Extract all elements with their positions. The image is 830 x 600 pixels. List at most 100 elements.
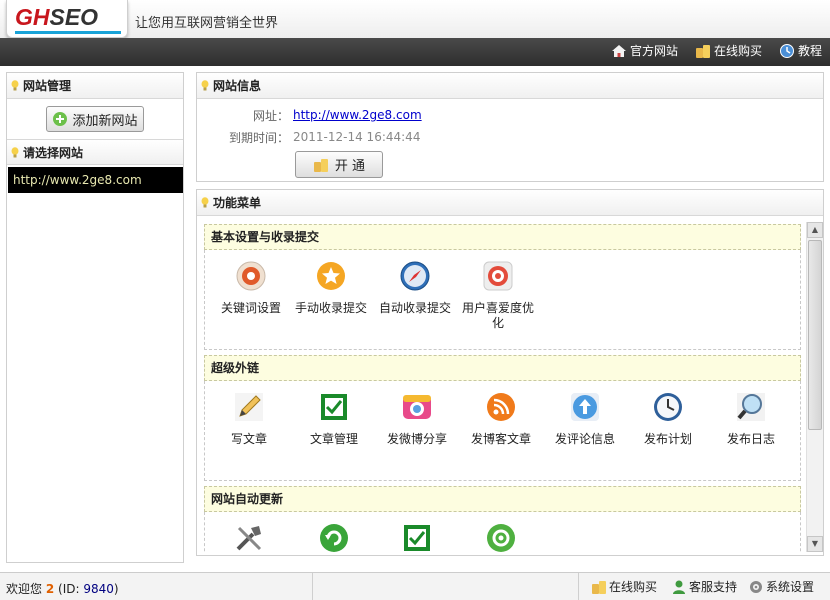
status-bar: 欢迎您 2 (ID: 9840) 在线购买 客服支持 系统设置 — [0, 572, 830, 600]
system-settings-link[interactable]: 系统设置 — [748, 578, 814, 595]
magnifier-icon — [737, 393, 765, 421]
site-info-title: 网站信息 — [213, 79, 262, 93]
rss-icon — [487, 393, 515, 421]
write-article-item[interactable]: 写文章 — [209, 391, 289, 447]
top-nav-bar: 官方网站 在线购买 教程 — [0, 38, 830, 66]
item-label: 发布计划 — [643, 432, 692, 446]
gear-icon — [750, 580, 762, 593]
item-label: 发评论信息 — [554, 432, 615, 446]
section-super-links-header: 超级外链 — [204, 355, 801, 381]
item-label: 写文章 — [230, 432, 267, 446]
item-label: 发博客文章 — [470, 432, 531, 446]
url-link[interactable]: http://www.2ge8.com — [293, 108, 422, 122]
blog-post-item[interactable]: 发博客文章 — [461, 391, 541, 447]
buy-online-link[interactable]: 在线购买 — [695, 42, 762, 59]
add-icon — [53, 112, 68, 126]
weibo-share-item[interactable]: 发微博分享 — [377, 391, 457, 447]
expiry-label: 到期时间： — [228, 131, 289, 145]
open-button-label: 开 通 — [334, 159, 366, 174]
url-label: 网址： — [252, 109, 289, 123]
clock-icon — [654, 393, 682, 421]
target-icon — [483, 261, 513, 291]
checkbox-icon — [404, 525, 430, 551]
publish-log-item[interactable]: 发布日志 — [711, 391, 791, 447]
section-super-links-body: 写文章 文章管理 发微博分享 发博客文章 发评论信息 发布计划 发布日志 — [204, 381, 801, 481]
manual-submit-item[interactable]: 手动收录提交 — [291, 260, 371, 316]
camera-icon — [403, 395, 431, 419]
gear-icon — [487, 524, 515, 552]
user-preference-item[interactable]: 用户喜爱度优化 — [458, 260, 538, 331]
coins-icon — [313, 158, 328, 172]
settings-item[interactable] — [461, 522, 541, 552]
upload-icon — [571, 393, 599, 421]
tutorial-label: 教程 — [798, 44, 823, 58]
section-basic-settings-body: 关键词设置 手动收录提交 自动收录提交 用户喜爱度优化 — [204, 250, 801, 350]
buy-online-label: 在线购买 — [714, 44, 763, 58]
function-menu-header: 功能菜单 — [197, 190, 823, 216]
logo[interactable]: GHSEO — [6, 0, 128, 38]
tutorial-link[interactable]: 教程 — [779, 42, 822, 59]
bulb-icon — [11, 80, 19, 91]
keyword-settings-item[interactable]: 关键词设置 — [211, 260, 291, 316]
customer-support-label: 客服支持 — [689, 580, 738, 594]
scroll-down-arrow[interactable]: ▼ — [807, 536, 823, 552]
pencil-icon — [235, 393, 263, 421]
user-id: 9840 — [83, 582, 114, 596]
support-person-icon — [673, 580, 685, 594]
item-label: 自动收录提交 — [378, 301, 451, 315]
official-site-label: 官方网站 — [630, 44, 679, 58]
id-suffix: ) — [113, 582, 119, 596]
tools-item[interactable] — [209, 522, 289, 552]
add-site-button[interactable]: 添加新网站 — [46, 106, 144, 132]
item-label: 用户喜爱度优化 — [461, 301, 534, 330]
site-info-header: 网站信息 — [197, 73, 823, 99]
auto-submit-item[interactable]: 自动收录提交 — [375, 260, 455, 316]
tools-icon — [236, 526, 262, 551]
section-auto-update-header: 网站自动更新 — [204, 486, 801, 512]
select-site-header: 请选择网站 — [7, 139, 183, 165]
home-icon — [612, 44, 626, 57]
bulb-icon — [11, 147, 19, 158]
function-menu-content: 基本设置与收录提交 关键词设置 手动收录提交 自动收录提交 用户喜爱度优化 超级… — [204, 222, 801, 552]
bulb-icon — [201, 197, 209, 208]
function-menu-scrollbar[interactable]: ▲ ▼ — [806, 222, 823, 552]
footer-buy-online-label: 在线购买 — [609, 580, 658, 594]
top-header: GHSEO 让您用互联网营销全世界 — [0, 0, 830, 38]
bulb-icon — [201, 80, 209, 91]
url-value[interactable]: http://www.2ge8.com — [293, 108, 422, 122]
logo-underline — [15, 31, 121, 34]
item-label: 关键词设置 — [220, 301, 281, 315]
sidebar-panel: 网站管理 添加新网站 请选择网站 http://www.2ge8.com — [6, 72, 184, 563]
publish-plan-item[interactable]: 发布计划 — [628, 391, 708, 447]
refresh-icon — [320, 524, 348, 552]
logo-text: GHSEO — [15, 4, 99, 30]
item-label: 发微博分享 — [386, 432, 447, 446]
customer-support-link[interactable]: 客服支持 — [671, 578, 737, 595]
welcome-prefix: 欢迎您 — [6, 582, 43, 596]
keyword-icon — [236, 261, 266, 291]
section-basic-settings-header: 基本设置与收录提交 — [204, 224, 801, 250]
official-site-link[interactable]: 官方网站 — [611, 42, 678, 59]
site-mgmt-header: 网站管理 — [7, 73, 183, 99]
function-menu-panel: 功能菜单 基本设置与收录提交 关键词设置 手动收录提交 自动收录提交 用户喜爱度… — [196, 189, 824, 556]
slogan: 让您用互联网营销全世界 — [135, 16, 279, 31]
footer-divider — [312, 573, 313, 600]
site-list-item[interactable]: http://www.2ge8.com — [8, 167, 183, 193]
coins-icon — [696, 44, 710, 58]
footer-buy-online-link[interactable]: 在线购买 — [591, 578, 657, 595]
compass-icon — [400, 261, 430, 291]
scroll-up-arrow[interactable]: ▲ — [807, 222, 823, 238]
scroll-thumb[interactable] — [808, 240, 822, 430]
item-label: 手动收录提交 — [294, 301, 367, 315]
comment-item[interactable]: 发评论信息 — [545, 391, 625, 447]
coins-icon — [592, 580, 606, 594]
star-icon — [317, 262, 345, 290]
select-site-title: 请选择网站 — [23, 146, 84, 160]
function-menu-title: 功能菜单 — [213, 196, 262, 210]
item-label: 文章管理 — [309, 432, 358, 446]
open-button[interactable]: 开 通 — [295, 151, 383, 178]
article-manage-item[interactable]: 文章管理 — [294, 391, 374, 447]
refresh-item[interactable] — [294, 522, 374, 552]
check-item[interactable] — [377, 522, 457, 552]
footer-divider — [578, 573, 579, 600]
